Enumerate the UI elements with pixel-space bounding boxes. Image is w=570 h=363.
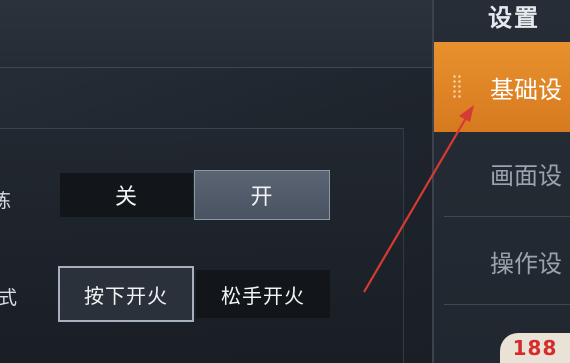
sidebar-item-graphics-settings[interactable]: 画面设 bbox=[434, 128, 570, 218]
toggle-on-label: 开 bbox=[250, 185, 274, 210]
row-1-label: 炼 bbox=[0, 190, 12, 212]
release-to-fire-option[interactable]: 松手开火 bbox=[196, 270, 330, 318]
sidebar-item-label: 操作设 bbox=[490, 249, 562, 278]
toggle-on-option[interactable]: 开 bbox=[194, 170, 330, 220]
sidebar-item-label: 基础设 bbox=[490, 75, 562, 104]
sidebar-item-basic-settings[interactable]: 基础设 bbox=[434, 42, 570, 132]
settings-main-panel: 炼 关 开 式 按下开火 松手开火 bbox=[0, 0, 432, 363]
release-to-fire-label: 松手开火 bbox=[221, 283, 305, 308]
watermark-text: 188 bbox=[512, 336, 558, 360]
grip-dots-icon bbox=[452, 74, 462, 100]
toggle-off-label: 关 bbox=[114, 185, 138, 210]
settings-content-card bbox=[0, 128, 404, 363]
settings-sidebar: 设置 基础设 画面设 操作设 bbox=[432, 0, 570, 363]
sidebar-divider bbox=[444, 304, 570, 305]
sidebar-title: 设置 bbox=[488, 4, 540, 32]
sidebar-item-control-settings[interactable]: 操作设 bbox=[434, 216, 570, 306]
panel-header-strip bbox=[0, 0, 432, 68]
fire-mode-label: 式 bbox=[0, 287, 18, 309]
press-to-fire-label: 按下开火 bbox=[84, 283, 168, 308]
watermark-logo: 188 bbox=[500, 333, 570, 363]
sidebar-item-label: 画面设 bbox=[490, 161, 562, 190]
press-to-fire-option[interactable]: 按下开火 bbox=[58, 266, 194, 322]
toggle-off-option[interactable]: 关 bbox=[60, 173, 193, 217]
